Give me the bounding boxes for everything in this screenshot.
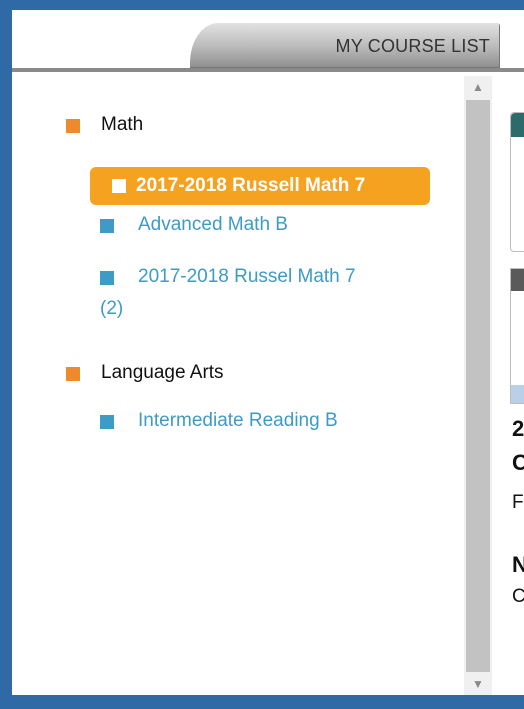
course-list: Math 2017-2018 Russell Math 7 Advanced M… [12, 72, 464, 695]
detail-text-fragment: F [512, 492, 524, 513]
subject-heading-math: Math [101, 114, 144, 135]
course-card[interactable] [510, 268, 524, 404]
course-card-header [511, 269, 524, 291]
scroll-down-icon[interactable]: ▼ [464, 673, 492, 695]
course-detail-panel: 2 C F N C [492, 72, 524, 695]
detail-text-fragment: C [512, 450, 524, 475]
subject-marker-icon [66, 119, 80, 133]
detail-text-fragment: C [512, 586, 524, 607]
tab-label: MY COURSE LIST [335, 36, 490, 56]
course-marker-icon [100, 219, 114, 233]
detail-text-fragment: 2 [512, 416, 524, 441]
tab-my-course-list[interactable]: MY COURSE LIST [190, 23, 500, 68]
course-card-header [511, 113, 524, 137]
course-item-intermediate-reading-b[interactable]: Intermediate Reading B [138, 406, 338, 436]
course-list-scrollbar[interactable]: ▲ ▼ [464, 76, 492, 695]
tab-bar: MY COURSE LIST [12, 10, 524, 72]
course-item-label: 2017-2018 Russell Math 7 [136, 175, 366, 196]
course-item-advanced-math-b[interactable]: Advanced Math B [138, 210, 288, 240]
scroll-up-icon[interactable]: ▲ [464, 76, 492, 98]
detail-text-fragment: N [512, 552, 524, 577]
course-item-russel-math-7-2[interactable]: 2017-2018 Russel Math 7 [138, 262, 356, 292]
course-marker-icon [112, 179, 126, 193]
course-item-russell-math-7-selected[interactable]: 2017-2018 Russell Math 7 [90, 167, 430, 205]
course-marker-icon [100, 271, 114, 285]
course-list-window: MY COURSE LIST Math 2017-2018 Russell Ma… [12, 10, 524, 695]
course-item-russel-math-7-2-suffix[interactable]: (2) [100, 294, 123, 324]
course-marker-icon [100, 415, 114, 429]
course-card[interactable] [510, 112, 524, 252]
scrollbar-thumb[interactable] [466, 100, 490, 672]
subject-marker-icon [66, 367, 80, 381]
subject-heading-language-arts: Language Arts [101, 362, 224, 383]
course-card-footer [511, 385, 524, 403]
